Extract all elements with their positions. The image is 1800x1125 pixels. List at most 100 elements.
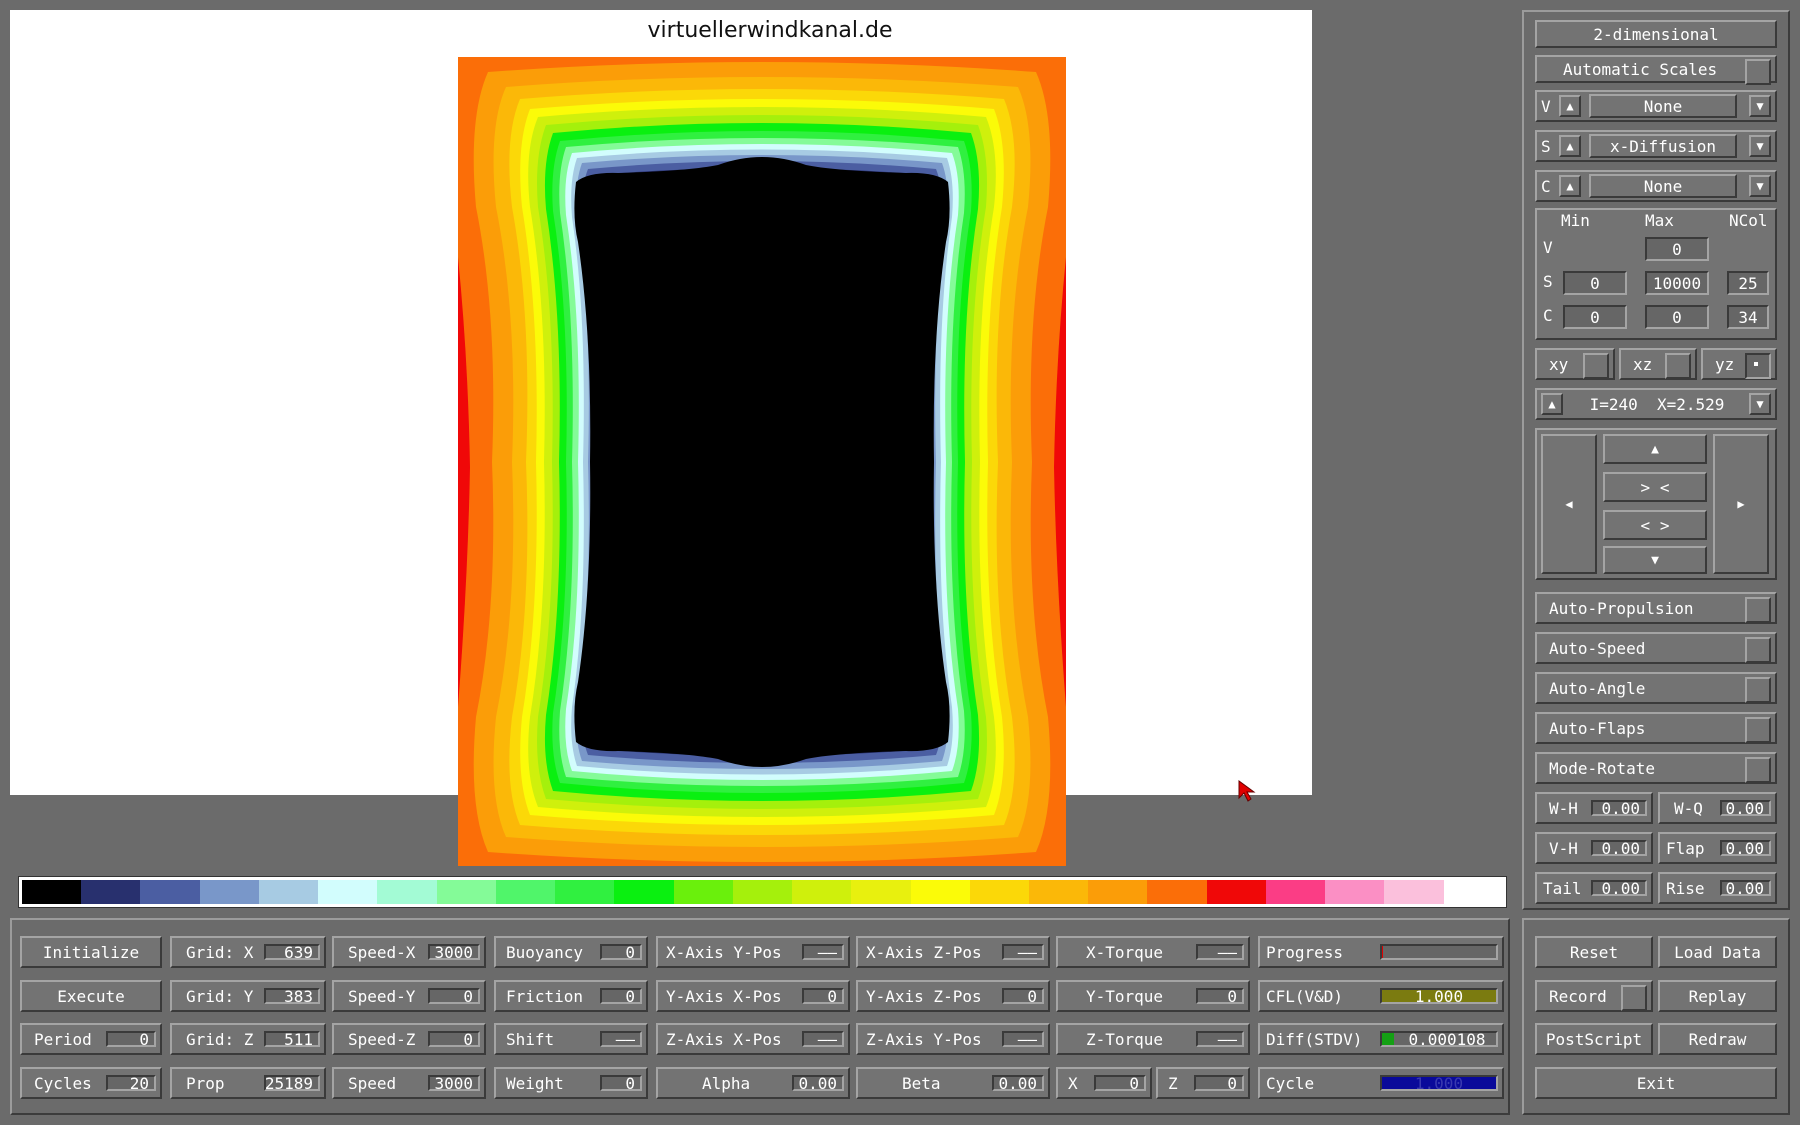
color-scale-swatch bbox=[1088, 880, 1148, 904]
slice-down-arrow-icon[interactable]: ▼ bbox=[1749, 393, 1771, 415]
speed-input[interactable]: 3000 bbox=[428, 1074, 480, 1093]
pan-down-button[interactable]: ▼ bbox=[1603, 546, 1707, 574]
vector-field-select[interactable]: None bbox=[1589, 94, 1737, 118]
grid-x-input[interactable]: 639 bbox=[264, 943, 320, 962]
prop-input[interactable]: 25189 bbox=[264, 1074, 320, 1093]
c-min-input[interactable]: 0 bbox=[1563, 305, 1627, 329]
progress-bar bbox=[1380, 944, 1498, 960]
speed-y-input[interactable]: 0 bbox=[428, 987, 480, 1006]
friction-input[interactable]: 0 bbox=[600, 987, 642, 1006]
speed-y-field: Speed-Y 0 bbox=[332, 980, 486, 1012]
weight-input[interactable]: 0 bbox=[600, 1074, 642, 1093]
load-data-button[interactable]: Load Data bbox=[1658, 936, 1777, 968]
exit-button[interactable]: Exit bbox=[1535, 1067, 1777, 1099]
scalar-field-select[interactable]: x-Diffusion bbox=[1589, 134, 1737, 158]
param-w-h-input[interactable]: 0.00 bbox=[1591, 799, 1647, 818]
auto-propulsion-checkbox[interactable] bbox=[1745, 597, 1771, 623]
pan-left-button[interactable]: ◀ bbox=[1541, 434, 1597, 574]
record-toggle[interactable]: Record bbox=[1535, 980, 1653, 1012]
grid-z-input[interactable]: 511 bbox=[264, 1030, 320, 1049]
mode-rotate-toggle[interactable]: Mode-Rotate bbox=[1535, 752, 1777, 784]
plane-xy-radio[interactable] bbox=[1583, 353, 1609, 379]
scale-ranges-panel: Min Max NCol V 0 S 0 10000 25 C 0 0 34 bbox=[1535, 208, 1777, 340]
z-axis-x-pos-input[interactable]: —— bbox=[802, 1030, 844, 1049]
auto-propulsion-toggle[interactable]: Auto-Propulsion bbox=[1535, 592, 1777, 624]
automatic-scales-toggle[interactable]: Automatic Scales bbox=[1535, 55, 1777, 85]
auto-speed-toggle[interactable]: Auto-Speed bbox=[1535, 632, 1777, 664]
vector-next-arrow-icon[interactable]: ▼ bbox=[1749, 95, 1771, 117]
z-torque-input[interactable]: —— bbox=[1196, 1030, 1244, 1049]
reset-button[interactable]: Reset bbox=[1535, 936, 1653, 968]
vector-prev-arrow-icon[interactable]: ▲ bbox=[1559, 95, 1581, 117]
replay-button[interactable]: Replay bbox=[1658, 980, 1777, 1012]
c-max-input[interactable]: 0 bbox=[1645, 305, 1709, 329]
cycles-input[interactable]: 20 bbox=[106, 1074, 156, 1093]
pan-up-button[interactable]: ▲ bbox=[1603, 434, 1707, 464]
zoom-in-button[interactable]: > < bbox=[1603, 472, 1707, 502]
auto-flaps-toggle[interactable]: Auto-Flaps bbox=[1535, 712, 1777, 744]
redraw-button[interactable]: Redraw bbox=[1658, 1023, 1777, 1055]
plane-xz-radio[interactable] bbox=[1665, 353, 1691, 379]
c-ncol-input[interactable]: 34 bbox=[1727, 305, 1769, 329]
auto-speed-label: Auto-Speed bbox=[1549, 638, 1646, 658]
mode-rotate-checkbox[interactable] bbox=[1745, 757, 1771, 783]
buoyancy-input[interactable]: 0 bbox=[600, 943, 642, 962]
x-torque-input[interactable]: —— bbox=[1196, 943, 1244, 962]
x-axis-z-pos-label: X-Axis Z-Pos bbox=[866, 942, 982, 962]
plane-yz-radio[interactable] bbox=[1745, 353, 1771, 379]
scalar-prev-arrow-icon[interactable]: ▲ bbox=[1559, 135, 1581, 157]
execute-button[interactable]: Execute bbox=[20, 980, 162, 1012]
beta-input[interactable]: 0.00 bbox=[992, 1074, 1044, 1093]
auto-angle-toggle[interactable]: Auto-Angle bbox=[1535, 672, 1777, 704]
contour-next-arrow-icon[interactable]: ▼ bbox=[1749, 175, 1771, 197]
param-w-q-input[interactable]: 0.00 bbox=[1720, 799, 1771, 818]
v-max-input[interactable]: 0 bbox=[1645, 237, 1709, 261]
dimension-mode-button[interactable]: 2-dimensional bbox=[1535, 20, 1777, 48]
pan-right-button[interactable]: ▶ bbox=[1713, 434, 1769, 574]
grid-y-input[interactable]: 383 bbox=[264, 987, 320, 1006]
auto-speed-checkbox[interactable] bbox=[1745, 637, 1771, 663]
param-flap-input[interactable]: 0.00 bbox=[1720, 839, 1771, 858]
auto-flaps-checkbox[interactable] bbox=[1745, 717, 1771, 743]
speed-z-input[interactable]: 0 bbox=[428, 1030, 480, 1049]
contour-field-select[interactable]: None bbox=[1589, 174, 1737, 198]
y-torque-input[interactable]: 0 bbox=[1196, 987, 1244, 1006]
slice-up-arrow-icon[interactable]: ▲ bbox=[1541, 393, 1563, 415]
s-max-input[interactable]: 10000 bbox=[1645, 271, 1709, 295]
x-axis-z-pos-input[interactable]: —— bbox=[1002, 943, 1044, 962]
x-axis-y-pos-input[interactable]: —— bbox=[802, 943, 844, 962]
contour-prev-arrow-icon[interactable]: ▲ bbox=[1559, 175, 1581, 197]
x-input[interactable]: 0 bbox=[1094, 1074, 1146, 1093]
shift-input[interactable]: —— bbox=[600, 1030, 642, 1049]
z-input[interactable]: 0 bbox=[1194, 1074, 1244, 1093]
y-axis-z-pos-input[interactable]: 0 bbox=[1002, 987, 1044, 1006]
record-checkbox[interactable] bbox=[1621, 985, 1647, 1011]
color-scale-swatch bbox=[1384, 880, 1444, 904]
param-tail-input[interactable]: 0.00 bbox=[1591, 879, 1647, 898]
alpha-input[interactable]: 0.00 bbox=[792, 1074, 844, 1093]
param-flap: Flap 0.00 bbox=[1658, 832, 1777, 864]
initialize-button[interactable]: Initialize bbox=[20, 936, 162, 968]
plane-yz-toggle[interactable]: yz bbox=[1701, 348, 1777, 380]
grid-x-label: Grid: X bbox=[186, 942, 254, 962]
s-ncol-input[interactable]: 25 bbox=[1727, 271, 1769, 295]
scalar-next-arrow-icon[interactable]: ▼ bbox=[1749, 135, 1771, 157]
param-rise-input[interactable]: 0.00 bbox=[1720, 879, 1771, 898]
plane-xy-toggle[interactable]: xy bbox=[1535, 348, 1615, 380]
auto-flaps-label: Auto-Flaps bbox=[1549, 718, 1646, 738]
automatic-scales-checkbox[interactable] bbox=[1745, 59, 1771, 85]
z-axis-y-pos-input[interactable]: —— bbox=[1002, 1030, 1044, 1049]
s-min-input[interactable]: 0 bbox=[1563, 271, 1627, 295]
y-axis-x-pos-input[interactable]: 0 bbox=[802, 987, 844, 1006]
postscript-button[interactable]: PostScript bbox=[1535, 1023, 1653, 1055]
param-v-h-input[interactable]: 0.00 bbox=[1591, 839, 1647, 858]
grid-x-field: Grid: X 639 bbox=[170, 936, 326, 968]
x-axis-y-pos-label: X-Axis Y-Pos bbox=[666, 942, 782, 962]
zoom-out-button[interactable]: < > bbox=[1603, 510, 1707, 540]
period-input[interactable]: 0 bbox=[106, 1030, 156, 1049]
grid-z-label: Grid: Z bbox=[186, 1029, 254, 1049]
diff-field: Diff(STDV) 0.000108 bbox=[1258, 1023, 1504, 1055]
auto-angle-checkbox[interactable] bbox=[1745, 677, 1771, 703]
plane-xz-toggle[interactable]: xz bbox=[1619, 348, 1697, 380]
speed-x-input[interactable]: 3000 bbox=[428, 943, 480, 962]
